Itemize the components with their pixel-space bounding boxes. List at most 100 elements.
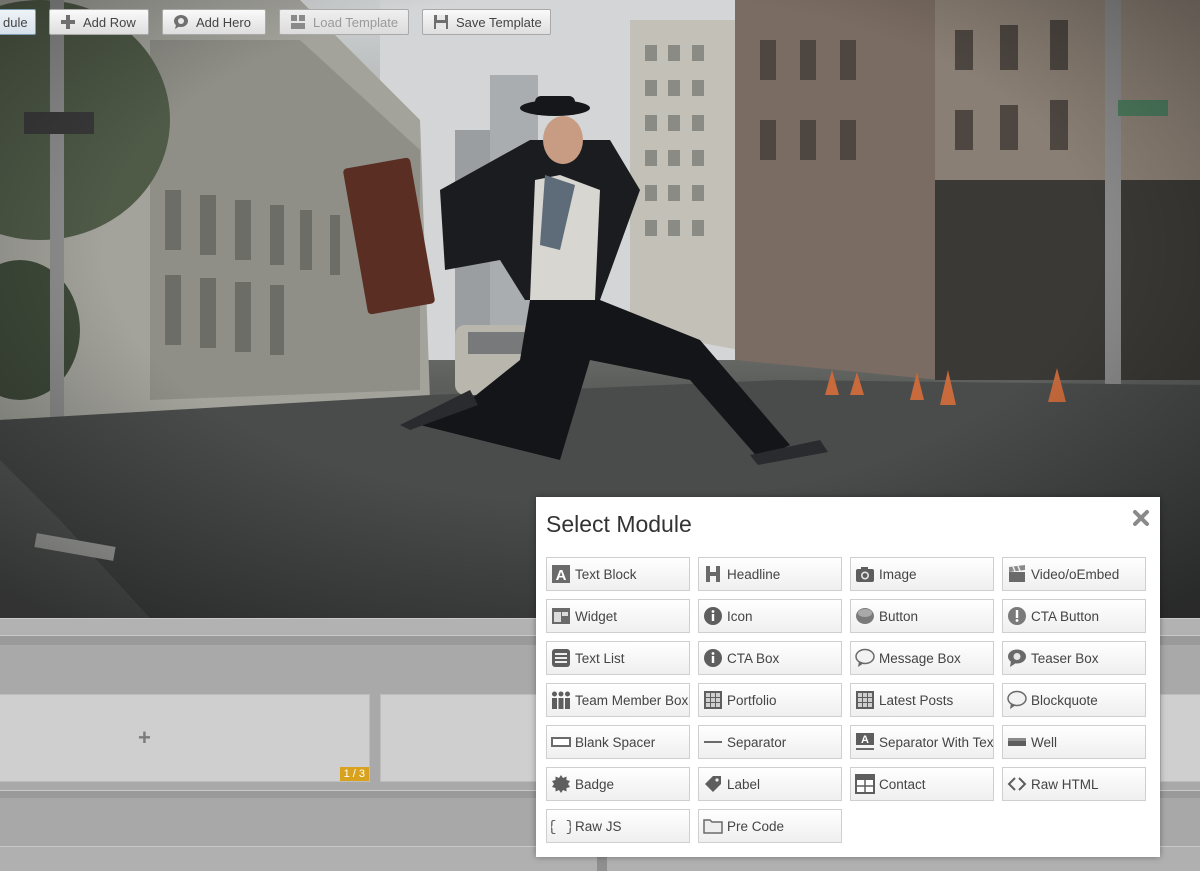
- module-separator-with-text-button[interactable]: A Separator With Text: [850, 725, 994, 759]
- headline-icon: [706, 566, 720, 582]
- grid-icon: [704, 691, 722, 709]
- module-label: Widget: [575, 608, 618, 624]
- well-icon: [1008, 738, 1026, 746]
- module-raw-js-button[interactable]: { } Raw JS: [546, 809, 690, 843]
- svg-text:{ }: { }: [551, 819, 571, 836]
- module-label: Teaser Box: [1031, 650, 1099, 666]
- module-label: Headline: [727, 566, 781, 582]
- folder-icon: [703, 819, 723, 834]
- button-icon: [856, 608, 874, 624]
- speech-bubble-icon: [855, 648, 875, 667]
- module-label: Image: [879, 566, 917, 582]
- widget-icon: [552, 608, 570, 624]
- add-row-button[interactable]: Add Row: [49, 9, 149, 35]
- module-label: CTA Button: [1031, 608, 1100, 624]
- template-grid-icon: [291, 15, 305, 29]
- plus-icon: [61, 15, 75, 29]
- speech-bubble-icon: [1007, 690, 1027, 709]
- builder-column[interactable]: [1160, 694, 1200, 782]
- braces-icon: { }: [551, 819, 571, 836]
- module-separator-button[interactable]: Separator: [698, 725, 842, 759]
- info-icon: [704, 649, 722, 667]
- text-block-icon: A: [552, 565, 570, 584]
- save-template-label: Save Template: [456, 14, 542, 30]
- module-label: CTA Box: [727, 650, 780, 666]
- module-button-button[interactable]: Button: [850, 599, 994, 633]
- module-raw-html-button[interactable]: Raw HTML: [1002, 767, 1146, 801]
- module-latest-posts-button[interactable]: Latest Posts: [850, 683, 994, 717]
- column-size-badge[interactable]: 1 / 3: [339, 767, 369, 781]
- save-template-button[interactable]: Save Template: [422, 9, 551, 35]
- module-label: Badge: [575, 776, 615, 792]
- floppy-disk-icon: [434, 15, 448, 29]
- dialog-title: Select Module: [546, 511, 692, 537]
- module-badge-button[interactable]: Badge: [546, 767, 690, 801]
- module-message-box-button[interactable]: Message Box: [850, 641, 994, 675]
- module-text-list-button[interactable]: Text List: [546, 641, 690, 675]
- module-label: Text Block: [575, 566, 637, 582]
- module-cta-box-button[interactable]: CTA Box: [698, 641, 842, 675]
- module-image-button[interactable]: Image: [850, 557, 994, 591]
- module-label-button[interactable]: Label: [698, 767, 842, 801]
- module-label: Label: [727, 776, 761, 792]
- module-label: Raw HTML: [1031, 776, 1099, 792]
- module-video-oembed-button[interactable]: Video/oEmbed: [1002, 557, 1146, 591]
- module-text-block-button[interactable]: A Text Block: [546, 557, 690, 591]
- module-well-button[interactable]: Well: [1002, 725, 1146, 759]
- module-label: Pre Code: [727, 818, 785, 834]
- module-blank-spacer-button[interactable]: Blank Spacer: [546, 725, 690, 759]
- module-label: Portfolio: [727, 692, 777, 708]
- module-pre-code-button[interactable]: Pre Code: [698, 809, 842, 843]
- close-icon[interactable]: [1132, 509, 1150, 527]
- add-module-label: dule: [3, 14, 28, 30]
- load-template-button[interactable]: Load Template: [279, 9, 409, 35]
- module-label: Blockquote: [1031, 692, 1098, 708]
- camera-icon: [856, 567, 874, 582]
- code-icon: [1007, 777, 1027, 791]
- add-hero-button[interactable]: Add Hero: [162, 9, 266, 35]
- module-label: Text List: [575, 650, 625, 666]
- module-label: Well: [1031, 734, 1058, 750]
- separator-icon: [704, 741, 722, 743]
- separator-text-icon: A: [856, 733, 874, 750]
- module-contact-button[interactable]: Contact: [850, 767, 994, 801]
- svg-text:A: A: [556, 567, 567, 584]
- load-template-label: Load Template: [313, 14, 399, 30]
- module-cta-button-button[interactable]: CTA Button: [1002, 599, 1146, 633]
- select-module-dialog: Select Module A Text Block Headline Imag…: [536, 497, 1160, 857]
- module-label: Icon: [727, 608, 753, 624]
- module-label: Raw JS: [575, 818, 622, 834]
- clapperboard-icon: [1009, 565, 1025, 582]
- spacer-icon: [551, 737, 571, 747]
- module-teaser-box-button[interactable]: Teaser Box: [1002, 641, 1146, 675]
- module-widget-button[interactable]: Widget: [546, 599, 690, 633]
- teaser-icon: [1008, 649, 1026, 667]
- module-label: Latest Posts: [879, 692, 954, 708]
- module-label: Team Member Box: [575, 692, 689, 708]
- module-team-member-box-button[interactable]: Team Member Box: [546, 683, 690, 717]
- cta-button-icon: [1008, 607, 1026, 625]
- module-label: Contact: [879, 776, 926, 792]
- module-label: Message Box: [879, 650, 961, 666]
- module-icon-button[interactable]: Icon: [698, 599, 842, 633]
- module-headline-button[interactable]: Headline: [698, 557, 842, 591]
- module-blockquote-button[interactable]: Blockquote: [1002, 683, 1146, 717]
- module-label: Button: [879, 608, 919, 624]
- table-icon: [855, 774, 875, 794]
- add-element-plus-icon[interactable]: +: [138, 727, 151, 749]
- builder-column[interactable]: [380, 694, 540, 782]
- add-module-button[interactable]: dule: [0, 9, 36, 35]
- grid-icon: [856, 691, 874, 709]
- module-label: Video/oEmbed: [1031, 566, 1120, 582]
- builder-column[interactable]: + 1 / 3: [0, 694, 370, 782]
- svg-text:A: A: [861, 734, 869, 746]
- badge-icon: [552, 775, 570, 793]
- module-portfolio-button[interactable]: Portfolio: [698, 683, 842, 717]
- module-label: Blank Spacer: [575, 734, 656, 750]
- add-row-label: Add Row: [83, 14, 136, 30]
- module-label: Separator: [727, 734, 787, 750]
- module-label: Separator With Text: [879, 734, 994, 750]
- info-icon: [704, 607, 722, 625]
- team-icon: [552, 691, 570, 709]
- resize-handle[interactable]: [597, 856, 607, 871]
